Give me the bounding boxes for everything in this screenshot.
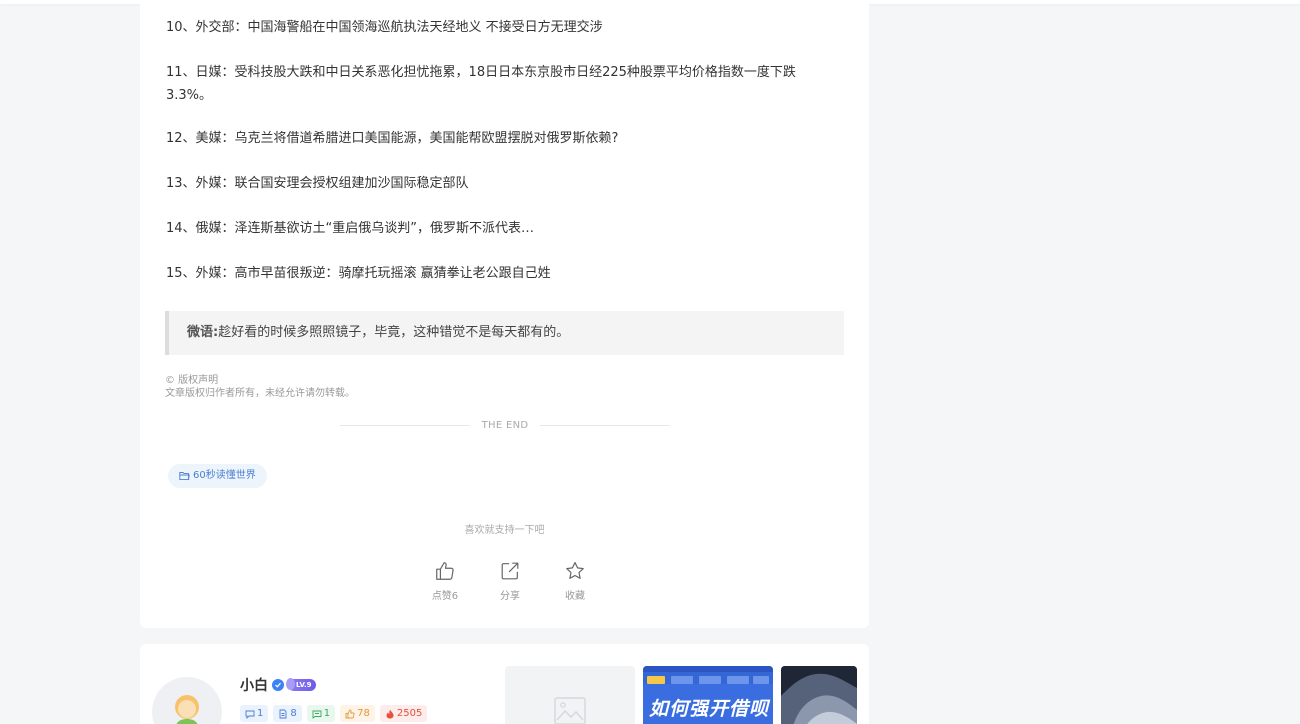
like-button[interactable]: 点赞6 bbox=[420, 560, 470, 608]
star-icon bbox=[566, 561, 584, 579]
author-stats: 1 8 1 78 2505 bbox=[240, 705, 428, 722]
news-item: 14、俄媒：泽连斯基欲访土“重启俄乌谈判”，俄罗斯不派代表… bbox=[166, 221, 535, 236]
stat-value: 8 bbox=[290, 708, 297, 719]
level-badge: LV.9 bbox=[286, 678, 316, 691]
article-actions: 点赞6 分享 收藏 bbox=[420, 560, 600, 608]
recent-post-thumbnail[interactable]: 如何强开借呗 bbox=[643, 666, 773, 724]
author-card: 小白 LV.9 1 8 1 78 2505 如何强开借呗 bbox=[140, 644, 869, 724]
share-icon bbox=[501, 562, 519, 580]
divider-line bbox=[340, 424, 470, 426]
message-icon bbox=[312, 710, 322, 719]
favorite-button[interactable]: 收藏 bbox=[550, 560, 600, 608]
share-label: 分享 bbox=[500, 591, 520, 602]
the-end-text: THE END bbox=[481, 419, 529, 431]
verified-icon bbox=[272, 679, 284, 691]
divider-line bbox=[540, 424, 671, 426]
image-placeholder-icon bbox=[554, 697, 586, 724]
user-avatar-icon bbox=[175, 695, 199, 724]
like-icon bbox=[345, 709, 355, 718]
article-card: 10、外交部：中国海警船在中国领海巡航执法天经地义 不接受日方无理交涉 11、日… bbox=[140, 0, 869, 628]
thumbnail-title: 如何强开借呗 bbox=[649, 698, 770, 720]
copyright-notice: © 版权声明 文章版权归作者所有，未经允许请勿转载。 bbox=[165, 374, 355, 400]
stat-likes: 78 bbox=[340, 705, 375, 722]
news-item: 12、美媒：乌克兰将借道希腊进口美国能源，美国能帮欧盟摆脱对俄罗斯依赖? bbox=[166, 131, 619, 146]
category-tag[interactable]: 60秒读懂世界 bbox=[168, 464, 267, 488]
support-prompt: 喜欢就支持一下吧 bbox=[464, 525, 545, 536]
category-tag-label: 60秒读懂世界 bbox=[193, 470, 256, 481]
stat-messages: 1 bbox=[306, 705, 336, 722]
news-item: 13、外媒：联合国安理会授权组建加沙国际稳定部队 bbox=[166, 176, 469, 191]
thumbnail-graphic bbox=[781, 666, 857, 724]
the-end-divider: THE END bbox=[340, 418, 671, 432]
news-item: 10、外交部：中国海警船在中国领海巡航执法天经地义 不接受日方无理交涉 bbox=[166, 20, 603, 35]
thumbs-up-icon bbox=[436, 562, 454, 580]
author-name-row: 小白 LV.9 bbox=[240, 675, 316, 695]
recent-post-thumbnail[interactable] bbox=[781, 666, 857, 724]
avatar[interactable] bbox=[152, 677, 222, 724]
like-label: 点赞6 bbox=[431, 591, 459, 602]
share-button[interactable]: 分享 bbox=[485, 560, 535, 608]
quote-label: 微语: bbox=[187, 325, 219, 340]
stat-value: 1 bbox=[323, 708, 331, 719]
recent-post-thumbnail[interactable] bbox=[505, 666, 635, 724]
stat-popularity: 2505 bbox=[379, 705, 428, 722]
folder-icon bbox=[179, 472, 190, 481]
copyright-title: © 版权声明 bbox=[165, 375, 219, 386]
news-list: 10、外交部：中国海警船在中国领海巡航执法天经地义 不接受日方无理交涉 11、日… bbox=[166, 16, 836, 307]
stat-value: 78 bbox=[357, 708, 370, 719]
stat-value: 2505 bbox=[396, 708, 423, 719]
stat-comments: 1 bbox=[240, 705, 269, 722]
news-item: 15、外媒：高市早苗很叛逆：骑摩托玩摇滚 赢猜拳让老公跟自己姓 bbox=[166, 266, 551, 281]
article-icon bbox=[279, 709, 287, 718]
favorite-label: 收藏 bbox=[565, 591, 585, 602]
quote-block: 微语:趁好看的时候多照照镜子，毕竟，这种错觉不是每天都有的。 bbox=[165, 311, 844, 355]
author-name[interactable]: 小白 bbox=[240, 675, 268, 695]
news-item: 11、日媒：受科技股大跌和中日关系恶化担忧拖累，18日日本东京股市日经225种股… bbox=[166, 65, 796, 103]
stat-value: 1 bbox=[257, 708, 264, 719]
stat-articles: 8 bbox=[273, 705, 302, 722]
comment-icon bbox=[245, 710, 255, 719]
fire-icon bbox=[386, 709, 394, 718]
quote-text: 趁好看的时候多照照镜子，毕竟，这种错觉不是每天都有的。 bbox=[218, 325, 570, 340]
copyright-text: 文章版权归作者所有，未经允许请勿转载。 bbox=[165, 388, 355, 399]
